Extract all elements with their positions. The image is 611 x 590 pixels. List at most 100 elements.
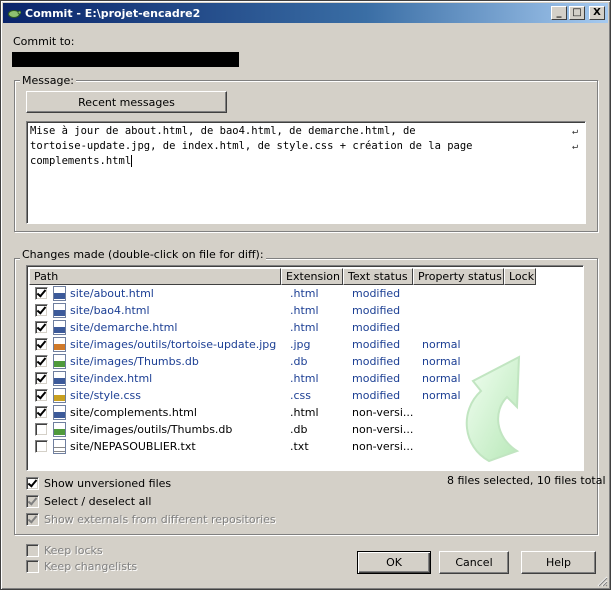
html-file-icon xyxy=(53,320,66,335)
row-text-status: modified xyxy=(352,304,401,317)
show-externals-label: Show externals from different repositori… xyxy=(44,513,276,526)
row-path: site/style.css xyxy=(70,389,141,402)
row-extension: .txt xyxy=(290,440,309,453)
recent-messages-button[interactable]: Recent messages xyxy=(26,91,227,113)
message-line-2: tortoise-update.jpg, de index.html, de s… xyxy=(30,140,578,152)
select-deselect-checkbox[interactable] xyxy=(26,495,39,508)
table-row[interactable]: site/demarche.html .html modified xyxy=(29,319,581,336)
keep-locks-checkbox xyxy=(26,544,39,557)
select-deselect-label: Select / deselect all xyxy=(44,495,152,508)
show-unversioned-option[interactable]: Show unversioned files xyxy=(26,477,171,490)
row-text-status: non-versi... xyxy=(352,440,414,453)
row-checkbox[interactable] xyxy=(35,372,48,385)
wrap-marker-icon: ↵ xyxy=(571,126,578,137)
commit-to-url-redacted xyxy=(12,52,239,67)
row-checkbox[interactable] xyxy=(35,287,48,300)
text-file-icon xyxy=(53,439,66,454)
css-file-icon xyxy=(53,388,66,403)
row-checkbox[interactable] xyxy=(35,355,48,368)
message-line-3: complements.html xyxy=(30,155,133,167)
row-checkbox[interactable] xyxy=(35,304,48,317)
message-line-1: Mise à jour de about.html, de bao4.html,… xyxy=(30,125,578,137)
row-extension: .html xyxy=(290,304,319,317)
commit-arrow-icon xyxy=(465,355,521,463)
row-extension: .html xyxy=(290,372,319,385)
row-path: site/images/Thumbs.db xyxy=(70,355,199,368)
row-text-status: non-versi... xyxy=(352,406,414,419)
row-path: site/images/outils/Thumbs.db xyxy=(70,423,233,436)
changes-group-label: Changes made (double-click on file for d… xyxy=(20,248,266,261)
keep-changelists-label: Keep changelists xyxy=(44,560,138,573)
show-externals-checkbox xyxy=(26,513,39,526)
show-externals-option: Show externals from different repositori… xyxy=(26,513,276,526)
row-extension: .jpg xyxy=(290,338,311,351)
row-text-status: non-versi... xyxy=(352,423,414,436)
db-file-icon xyxy=(53,422,66,437)
close-button[interactable]: X xyxy=(589,6,605,20)
window-title: Commit - E:\projet-encadre2 xyxy=(25,6,201,20)
keep-locks-option: Keep locks xyxy=(26,544,103,557)
message-textarea[interactable]: Mise à jour de about.html, de bao4.html,… xyxy=(26,121,586,224)
row-extension: .db xyxy=(290,423,308,436)
row-text-status: modified xyxy=(352,321,401,334)
column-header-text-status[interactable]: Text status xyxy=(343,268,413,285)
show-unversioned-label: Show unversioned files xyxy=(44,477,172,490)
row-path: site/NEPASOUBLIER.txt xyxy=(70,440,196,453)
row-property-status: normal xyxy=(422,338,461,351)
row-text-status: modified xyxy=(352,389,401,402)
html-file-icon xyxy=(53,371,66,386)
keep-locks-label: Keep locks xyxy=(44,544,103,557)
row-text-status: modified xyxy=(352,338,401,351)
row-text-status: modified xyxy=(352,355,401,368)
html-file-icon xyxy=(53,405,66,420)
row-path: site/images/outils/tortoise-update.jpg xyxy=(70,338,277,351)
column-header-path[interactable]: Path xyxy=(29,268,281,285)
files-summary: 8 files selected, 10 files total xyxy=(447,474,606,487)
select-deselect-option[interactable]: Select / deselect all xyxy=(26,495,151,508)
cancel-button[interactable]: Cancel xyxy=(439,551,509,574)
maximize-button[interactable]: □ xyxy=(569,6,585,20)
ok-button[interactable]: OK xyxy=(357,551,431,574)
row-extension: .css xyxy=(290,389,312,402)
commit-to-label: Commit to: xyxy=(13,35,75,48)
text-caret xyxy=(131,155,133,167)
row-checkbox[interactable] xyxy=(35,406,48,419)
row-path: site/bao4.html xyxy=(70,304,150,317)
row-extension: .html xyxy=(290,321,319,334)
html-file-icon xyxy=(53,303,66,318)
tortoise-icon xyxy=(6,5,22,21)
row-checkbox[interactable] xyxy=(35,338,48,351)
row-path: site/about.html xyxy=(70,287,154,300)
column-header-extension[interactable]: Extension xyxy=(281,268,343,285)
row-path: site/demarche.html xyxy=(70,321,178,334)
column-header-property-status[interactable]: Property status xyxy=(413,268,504,285)
keep-changelists-option: Keep changelists xyxy=(26,560,137,573)
wrap-marker-icon: ↵ xyxy=(571,141,578,152)
row-extension: .html xyxy=(290,406,319,419)
row-checkbox[interactable] xyxy=(35,423,48,436)
row-path: site/index.html xyxy=(70,372,153,385)
row-extension: .html xyxy=(290,287,319,300)
db-file-icon xyxy=(53,354,66,369)
row-text-status: modified xyxy=(352,287,401,300)
row-extension: .db xyxy=(290,355,308,368)
title-bar[interactable]: Commit - E:\projet-encadre2 _ □ X xyxy=(3,3,608,23)
keep-changelists-checkbox xyxy=(26,560,39,573)
commit-dialog: Commit - E:\projet-encadre2 _ □ X Commit… xyxy=(0,0,611,590)
show-unversioned-checkbox[interactable] xyxy=(26,477,39,490)
row-checkbox[interactable] xyxy=(35,321,48,334)
row-checkbox[interactable] xyxy=(35,440,48,453)
row-path: site/complements.html xyxy=(70,406,197,419)
row-checkbox[interactable] xyxy=(35,389,48,402)
table-row[interactable]: site/bao4.html .html modified xyxy=(29,302,581,319)
table-row[interactable]: site/about.html .html modified xyxy=(29,285,581,302)
row-text-status: modified xyxy=(352,372,401,385)
column-header-lock[interactable]: Lock xyxy=(504,268,536,285)
image-file-icon xyxy=(53,337,66,352)
help-button[interactable]: Help xyxy=(521,551,596,574)
resize-grip-icon[interactable] xyxy=(596,575,608,587)
html-file-icon xyxy=(53,286,66,301)
list-header: Path Extension Text status Property stat… xyxy=(29,268,536,285)
message-group-label: Message: xyxy=(20,74,76,87)
minimize-button[interactable]: _ xyxy=(551,6,567,20)
